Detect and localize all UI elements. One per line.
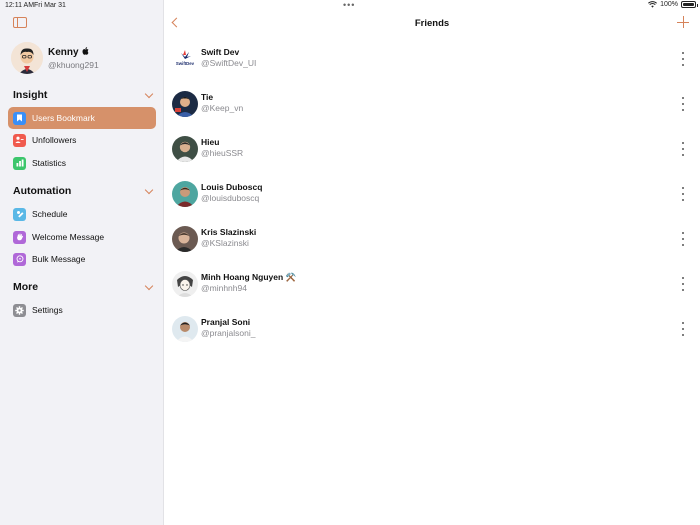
multitasking-dots-icon[interactable]: ••• <box>343 0 355 10</box>
sidebar-item-label: Unfollowers <box>32 135 77 145</box>
avatar-text: SwiftDev <box>176 61 195 66</box>
avatar <box>11 42 43 74</box>
battery-percent: 100% <box>660 1 678 8</box>
back-chevron-icon[interactable] <box>171 17 182 28</box>
bookmark-icon <box>13 111 26 125</box>
list-item[interactable]: Hieu @hieuSSR <box>172 135 692 165</box>
gear-icon <box>13 303 26 317</box>
section-title: More <box>13 281 39 293</box>
wave-hand-icon <box>13 230 26 244</box>
chevron-down-icon[interactable] <box>144 185 154 194</box>
sidebar-item-label: Schedule <box>32 209 68 219</box>
sidebar-item-label: Users Bookmark <box>32 113 95 123</box>
chevron-down-icon[interactable] <box>144 281 154 290</box>
more-vertical-icon[interactable] <box>679 187 687 201</box>
more-vertical-icon[interactable] <box>679 97 687 111</box>
more-vertical-icon[interactable] <box>679 232 687 246</box>
sidebar-item-schedule[interactable]: Schedule <box>8 203 156 225</box>
list-item[interactable]: Minh Hoang Nguyen ⚒️ @minhnh94 <box>172 270 692 300</box>
person-remove-icon <box>13 133 26 147</box>
add-icon[interactable] <box>677 16 689 28</box>
friend-handle: @louisduboscq <box>201 193 260 203</box>
sidebar-item-users-bookmark[interactable]: Users Bookmark <box>8 107 156 129</box>
sidebar-item-unfollowers[interactable]: Unfollowers <box>8 129 156 151</box>
avatar <box>172 271 198 297</box>
friend-name: Louis Duboscq <box>201 182 263 192</box>
friend-name: Swift Dev <box>201 47 240 57</box>
profile-name-row: Kenny <box>48 47 99 58</box>
friend-handle: @SwiftDev_UI <box>201 58 257 68</box>
avatar <box>172 136 198 162</box>
sidebar-item-label: Welcome Message <box>32 232 105 242</box>
section-insight-header[interactable]: Insight <box>13 89 156 101</box>
section-automation-header[interactable]: Automation <box>13 185 156 197</box>
more-vertical-icon[interactable] <box>679 52 687 66</box>
friend-name: Hieu <box>201 137 220 147</box>
avatar <box>172 91 198 117</box>
avatar <box>172 226 198 252</box>
friend-name: Tie <box>201 92 214 102</box>
bar-chart-icon <box>13 156 26 170</box>
avatar <box>172 316 198 342</box>
friend-handle: @KSlazinski <box>201 238 249 248</box>
friend-name: Kris Slazinski <box>201 227 257 237</box>
friend-handle: @pranjalsoni_ <box>201 328 256 338</box>
schedule-icon <box>13 207 26 221</box>
section-title: Insight <box>13 89 48 101</box>
message-icon <box>13 252 26 266</box>
more-vertical-icon[interactable] <box>679 322 687 336</box>
status-right: 100% <box>648 1 698 8</box>
more-vertical-icon[interactable] <box>679 142 687 156</box>
friend-handle: @Keep_vn <box>201 103 244 113</box>
list-item[interactable]: Kris Slazinski @KSlazinski <box>172 225 692 255</box>
profile-name: Kenny <box>48 46 79 58</box>
page-title: Friends <box>414 18 450 29</box>
status-time: 12:11 AM <box>5 2 35 9</box>
sidebar-item-label: Statistics <box>32 158 67 168</box>
list-item[interactable]: Pranjal Soni @pranjalsoni_ <box>172 315 692 345</box>
list-item[interactable]: Louis Duboscq @louisduboscq <box>172 180 692 210</box>
sidebar: Kenny @khuong291 Insight Users Bookmark … <box>0 0 164 525</box>
avatar <box>172 181 198 207</box>
list-item[interactable]: Tie @Keep_vn <box>172 90 692 120</box>
sidebar-item-label: Bulk Message <box>32 254 86 264</box>
sidebar-item-label: Settings <box>32 305 63 315</box>
sidebar-item-bulk-message[interactable]: Bulk Message <box>8 248 156 270</box>
friend-name: Pranjal Soni <box>201 317 251 327</box>
wifi-icon <box>648 1 658 8</box>
friend-handle: @minhnh94 <box>201 283 247 293</box>
profile-handle: @khuong291 <box>48 59 99 70</box>
friend-name: Minh Hoang Nguyen ⚒️ <box>201 272 297 282</box>
apple-icon <box>82 47 89 57</box>
section-title: Automation <box>13 185 72 197</box>
section-more-header[interactable]: More <box>13 281 156 293</box>
chevron-down-icon[interactable] <box>144 89 154 98</box>
sidebar-toggle-icon[interactable] <box>13 17 27 28</box>
list-item[interactable]: SwiftDev Swift Dev @SwiftDev_UI <box>172 45 692 75</box>
more-vertical-icon[interactable] <box>679 277 687 291</box>
profile-header[interactable]: Kenny @khuong291 <box>11 42 99 74</box>
sidebar-item-welcome-message[interactable]: Welcome Message <box>8 226 156 248</box>
friend-handle: @hieuSSR <box>201 148 244 158</box>
status-date: Fri Mar 31 <box>34 2 66 9</box>
avatar: SwiftDev <box>172 46 198 72</box>
battery-icon <box>681 1 698 8</box>
sidebar-item-settings[interactable]: Settings <box>8 299 156 321</box>
status-bar: 12:11 AM Fri Mar 31 ••• 100% <box>0 0 700 12</box>
sidebar-item-statistics[interactable]: Statistics <box>8 152 156 174</box>
